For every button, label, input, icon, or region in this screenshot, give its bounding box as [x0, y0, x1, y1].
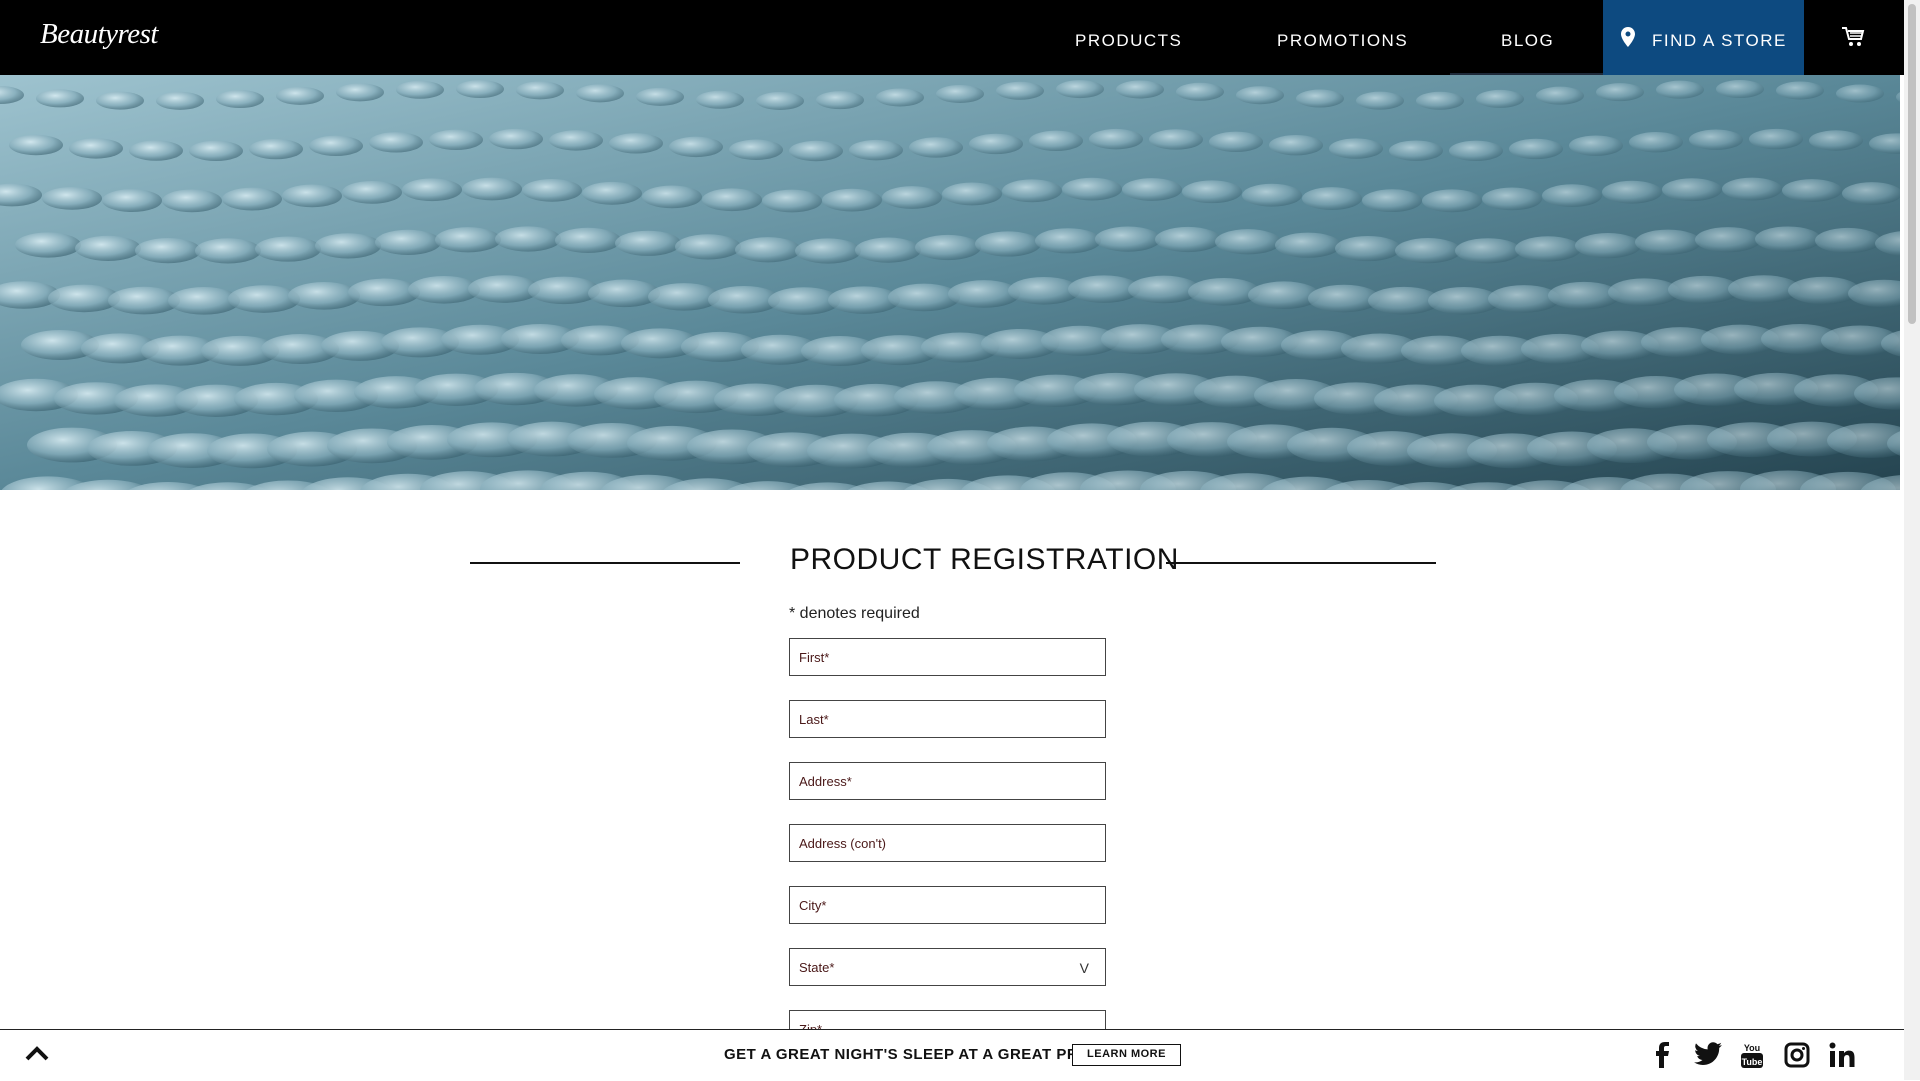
- shopping-cart-icon[interactable]: [1841, 26, 1865, 53]
- title-divider-right: [1166, 562, 1436, 564]
- sticky-promo-bar: GET A GREAT NIGHT'S SLEEP AT A GREAT PRI…: [0, 1029, 1904, 1081]
- youtube-icon[interactable]: You Tube: [1740, 1042, 1764, 1075]
- address-field[interactable]: Address*: [789, 762, 1106, 800]
- first-name-field[interactable]: First*: [789, 638, 1106, 676]
- twitter-icon[interactable]: [1694, 1042, 1722, 1071]
- required-note: * denotes required: [789, 605, 920, 622]
- title-divider-left: [470, 562, 740, 564]
- page-scrollbar[interactable]: [1904, 0, 1920, 1080]
- promo-text: GET A GREAT NIGHT'S SLEEP AT A GREAT PRI…: [724, 1046, 1105, 1063]
- learn-more-button[interactable]: LEARN MORE: [1072, 1044, 1181, 1066]
- back-to-top-icon[interactable]: [24, 1044, 50, 1067]
- nav-products[interactable]: PRODUCTS: [1075, 0, 1182, 75]
- linkedin-icon[interactable]: [1829, 1042, 1855, 1073]
- instagram-icon[interactable]: [1784, 1042, 1810, 1073]
- last-name-field[interactable]: Last*: [789, 700, 1106, 738]
- chevron-down-icon: V: [1079, 960, 1089, 976]
- address-cont-field[interactable]: Address (con't): [789, 824, 1106, 862]
- facebook-icon[interactable]: [1652, 1042, 1672, 1073]
- hero-image: [0, 75, 1900, 490]
- brand-logo[interactable]: Beautyrest: [40, 18, 158, 51]
- find-store-button[interactable]: FIND A STORE: [1603, 0, 1804, 75]
- find-store-label: FIND A STORE: [1652, 31, 1787, 50]
- state-select[interactable]: State* V: [789, 948, 1106, 986]
- nav-promotions[interactable]: PROMOTIONS: [1277, 0, 1408, 75]
- location-pin-icon: [1621, 27, 1635, 52]
- scrollbar-thumb[interactable]: [1908, 4, 1916, 324]
- svg-text:You: You: [1744, 1043, 1760, 1053]
- svg-text:Tube: Tube: [1742, 1057, 1763, 1067]
- site-header: Beautyrest PRODUCTS PROMOTIONS BLOG FIND…: [0, 0, 1904, 75]
- page-title: PRODUCT REGISTRATION: [790, 543, 1179, 576]
- state-select-label: State*: [799, 960, 835, 975]
- nav-blog[interactable]: BLOG: [1501, 0, 1554, 75]
- city-field[interactable]: City*: [789, 886, 1106, 924]
